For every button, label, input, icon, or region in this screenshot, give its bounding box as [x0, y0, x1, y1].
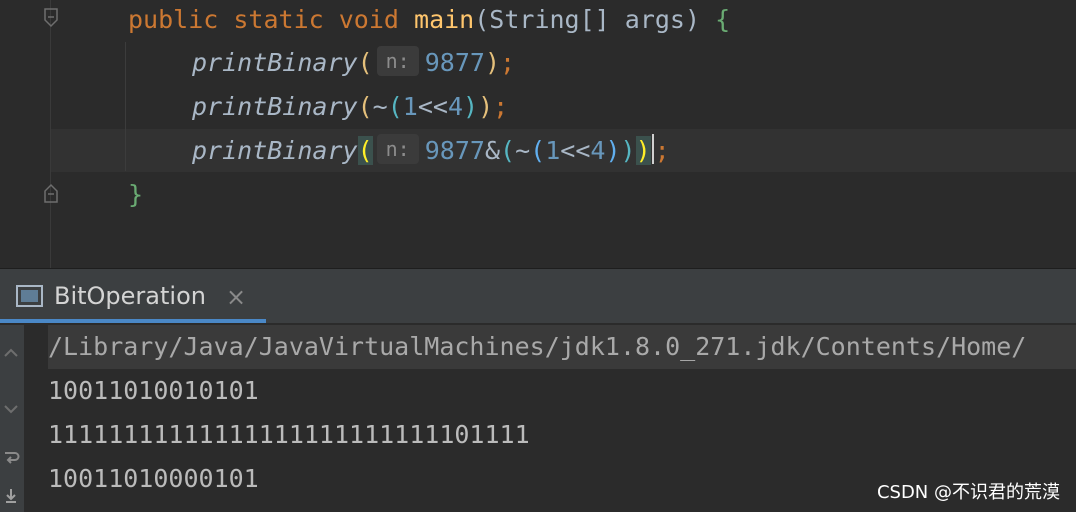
call-printBinary: printBinary: [192, 92, 358, 121]
ide-window: public static void main(String[] args) {…: [0, 0, 1076, 512]
paren-open-inner: (: [500, 136, 516, 165]
number-literal: 4: [590, 136, 606, 165]
code-line-print-3[interactable]: printBinary(n: 9877&(~(1<<4)));: [192, 129, 670, 173]
code-line-main-signature[interactable]: public static void main(String[] args) {: [128, 0, 730, 42]
tab-label: BitOperation: [54, 282, 206, 310]
param-hint-n: n:: [376, 46, 419, 76]
paren-open-matched: (: [357, 136, 373, 165]
semicolon: ;: [493, 92, 509, 121]
close-tab-icon[interactable]: ×: [226, 282, 246, 312]
scroll-up-icon[interactable]: [2, 345, 20, 359]
run-console-icon: [16, 285, 43, 307]
scroll-down-icon[interactable]: [2, 401, 20, 415]
paren-close-inner: ): [463, 92, 479, 121]
console-output-line: 10011010010101: [48, 376, 259, 405]
console-command-line: /Library/Java/JavaVirtualMachines/jdk1.8…: [48, 325, 1076, 369]
code-line-print-2[interactable]: printBinary(~(1<<4));: [192, 85, 508, 129]
number-literal: 4: [447, 92, 463, 121]
indent-guide: [125, 42, 126, 171]
code-line-close-brace[interactable]: }: [128, 173, 143, 217]
paren-close-inner: ): [620, 136, 636, 165]
param-hint-n: n:: [376, 134, 419, 164]
number-literal: 1: [402, 92, 418, 121]
semicolon: ;: [500, 48, 516, 77]
operator-shift: <<: [560, 136, 591, 165]
keyword-static: static: [233, 5, 324, 34]
paren-close-innermost: ): [605, 136, 621, 165]
operator-and: &: [484, 136, 501, 165]
open-brace: {: [715, 5, 731, 34]
soft-wrap-icon[interactable]: [2, 449, 20, 464]
paren-open: (: [357, 48, 373, 77]
paren-close: ): [478, 92, 494, 121]
main-params: (String[] args): [474, 5, 701, 34]
console-output-line: 11111111111111111111111111101111: [48, 420, 530, 449]
console-side-toolbar: [0, 325, 24, 512]
fold-end-marker-icon[interactable]: [43, 183, 59, 203]
editor-gutter: [0, 0, 51, 268]
keyword-void: void: [338, 5, 399, 34]
paren-open-inner: (: [387, 92, 403, 121]
operator-shift: <<: [417, 92, 448, 121]
scroll-to-end-icon[interactable]: [2, 487, 20, 503]
paren-close: ): [484, 48, 501, 77]
operator-tilde: ~: [515, 136, 531, 165]
fold-marker-icon[interactable]: [43, 8, 59, 28]
paren-close-matched: ): [635, 136, 651, 165]
close-brace: }: [128, 180, 144, 209]
method-name-main: main: [414, 5, 475, 34]
number-literal: 1: [545, 136, 561, 165]
number-literal: 9877: [424, 136, 485, 165]
call-printBinary: printBinary: [192, 48, 358, 77]
call-printBinary: printBinary: [192, 136, 358, 165]
operator-tilde: ~: [372, 92, 388, 121]
console-output-line: 10011010000101: [48, 464, 259, 493]
semicolon: ;: [654, 136, 670, 165]
number-literal: 9877: [424, 48, 485, 77]
paren-open: (: [357, 92, 373, 121]
run-tool-window: BitOperation × /Library/Java/JavaVirtual…: [0, 268, 1076, 512]
active-tab-indicator: [0, 319, 266, 323]
code-line-print-1[interactable]: printBinary(n: 9877);: [192, 41, 515, 85]
csdn-watermark: CSDN @不识君的荒漠: [876, 482, 1060, 503]
run-tab-bar: BitOperation ×: [0, 269, 1076, 323]
tab-bitoperation[interactable]: BitOperation ×: [0, 269, 266, 323]
code-editor[interactable]: public static void main(String[] args) {…: [0, 0, 1076, 268]
text-cursor: [651, 134, 654, 164]
paren-open-innermost: (: [530, 136, 546, 165]
keyword-public: public: [128, 5, 219, 34]
